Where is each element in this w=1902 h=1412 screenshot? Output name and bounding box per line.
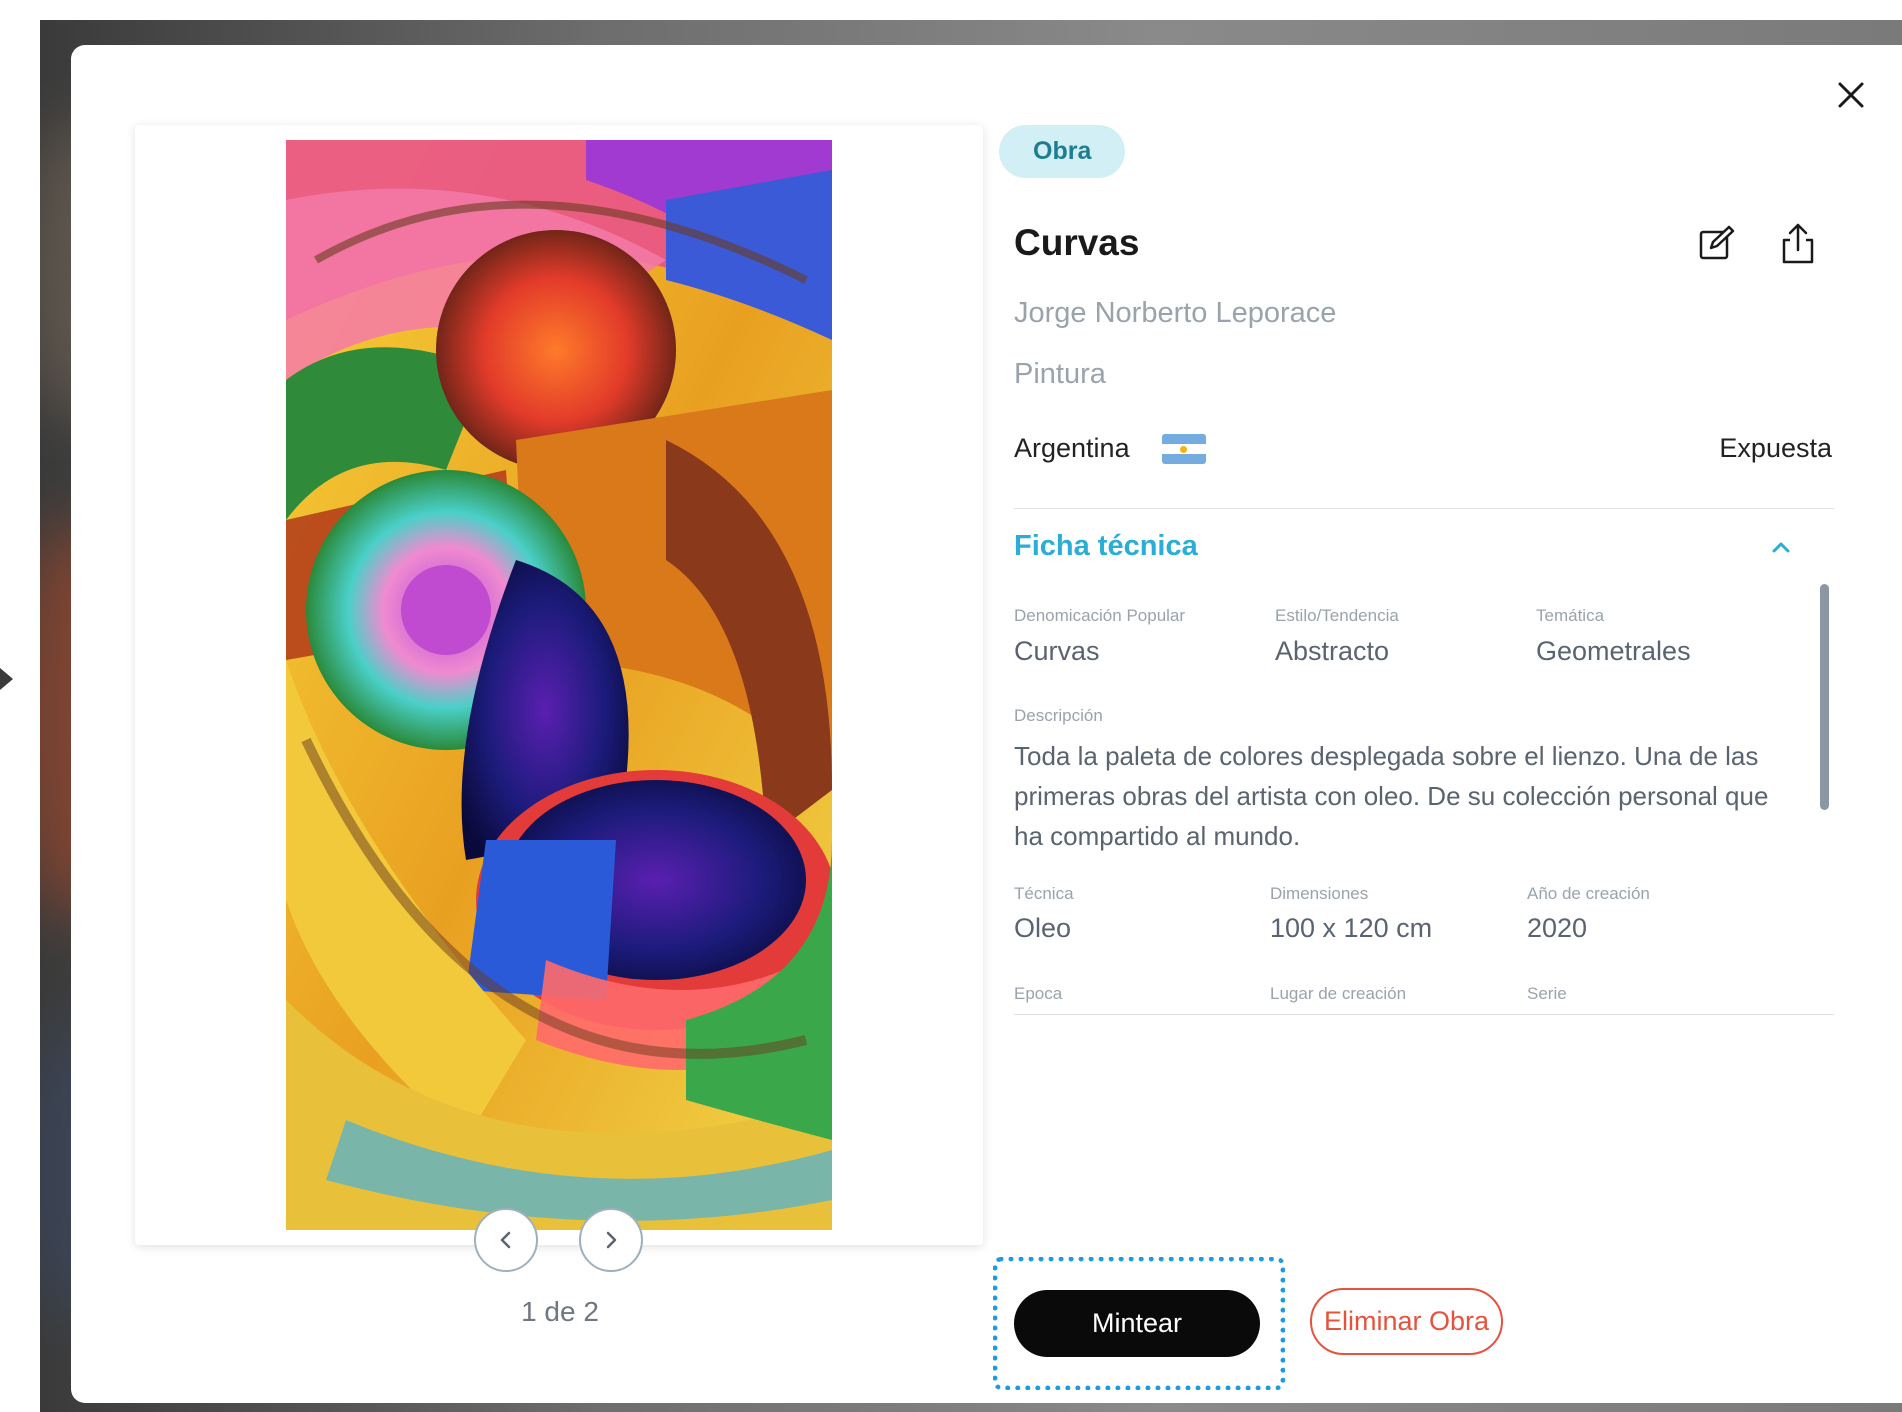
chevron-left-icon: [500, 1231, 511, 1249]
collapse-toggle[interactable]: [1767, 536, 1795, 558]
field-value-estilo: Abstracto: [1275, 636, 1390, 666]
edit-icon: [1699, 225, 1735, 260]
background-arrow-icon: [0, 668, 13, 690]
field-label-tecnica: Técnica: [1014, 884, 1074, 903]
artwork-image: [286, 140, 832, 1230]
field-value-dimensiones: 100 x 120 cm: [1270, 913, 1433, 943]
mint-button[interactable]: Mintear: [1014, 1290, 1260, 1357]
artwork-category: Pintura: [1014, 358, 1106, 390]
field-label-serie: Serie: [1527, 984, 1567, 1003]
scrollbar[interactable]: [1820, 584, 1829, 810]
divider: [1014, 508, 1834, 509]
field-value-anio: 2020: [1527, 913, 1588, 943]
artist-name[interactable]: Jorge Norberto Leporace: [1014, 297, 1336, 330]
description-text: Toda la paleta de colores desplegada sob…: [1014, 741, 1769, 851]
close-icon: [1838, 82, 1864, 108]
type-badge: Obra: [999, 125, 1126, 178]
image-pager: 1 de 2: [521, 1296, 599, 1327]
field-label-tematica: Temática: [1536, 606, 1605, 625]
share-icon: [1782, 223, 1814, 264]
field-value-tematica: Geometrales: [1536, 636, 1691, 666]
field-label-estilo: Estilo/Tendencia: [1275, 606, 1399, 625]
field-value-denominacion: Curvas: [1014, 636, 1100, 666]
description-label: Descripción: [1014, 706, 1103, 725]
divider: [1014, 1014, 1834, 1015]
edit-button[interactable]: [1697, 224, 1737, 264]
artwork-title: Curvas: [1014, 222, 1140, 263]
close-button[interactable]: [1832, 76, 1870, 114]
artwork-country: Argentina: [1014, 433, 1130, 463]
share-button[interactable]: [1778, 222, 1818, 266]
next-image-button[interactable]: [579, 1208, 643, 1272]
chevron-right-icon: [606, 1231, 617, 1249]
previous-image-button[interactable]: [474, 1208, 538, 1272]
ficha-tecnica-header[interactable]: Ficha técnica: [1014, 530, 1198, 563]
field-label-lugar: Lugar de creación: [1270, 984, 1407, 1003]
field-label-epoca: Epoca: [1014, 984, 1063, 1003]
field-value-tecnica: Oleo: [1014, 913, 1072, 943]
field-label-denominacion: Denomicación Popular: [1014, 606, 1186, 625]
artwork-status: Expuesta: [1719, 433, 1832, 463]
field-label-dimensiones: Dimensiones: [1270, 884, 1369, 903]
delete-artwork-button[interactable]: Eliminar Obra: [1310, 1288, 1503, 1355]
argentina-flag-icon: [1162, 434, 1206, 464]
chevron-up-icon: [1772, 542, 1790, 553]
field-label-anio: Año de creación: [1527, 884, 1650, 903]
